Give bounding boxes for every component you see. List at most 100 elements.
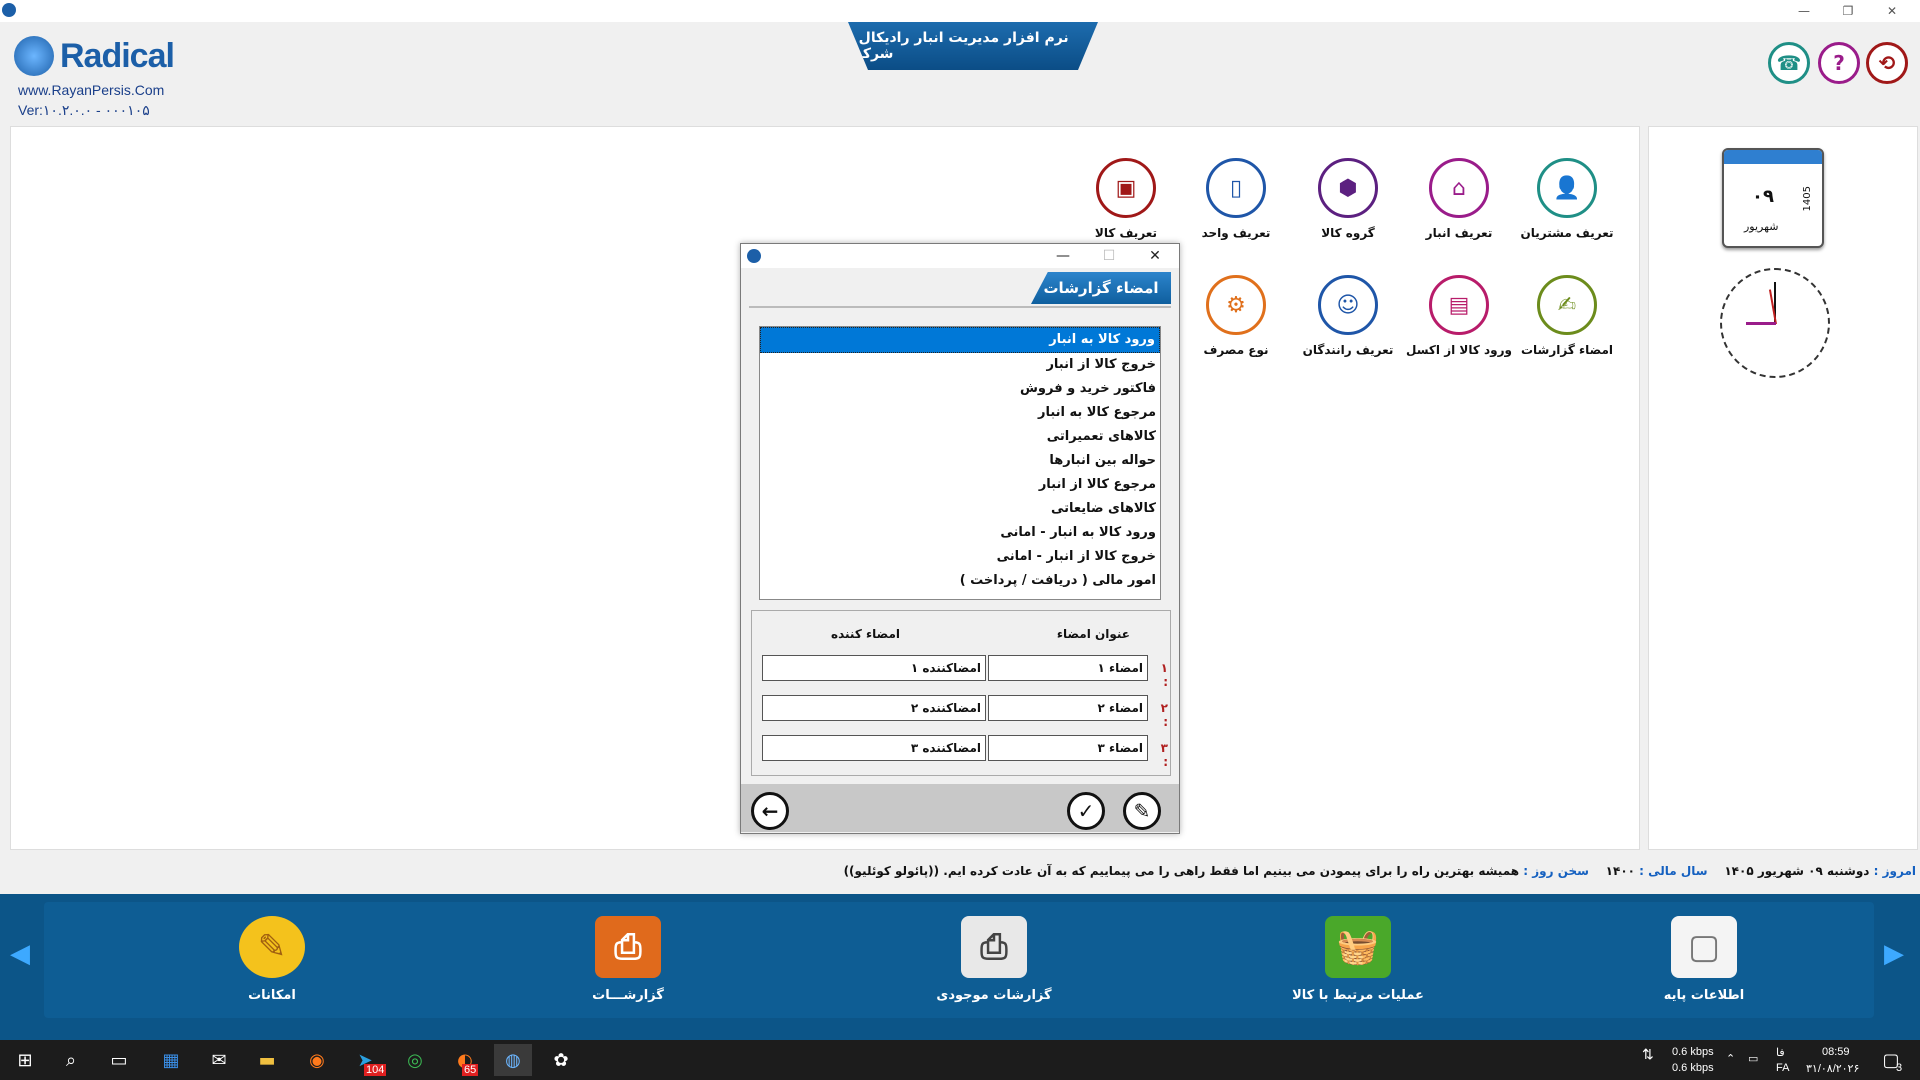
arrow-left-icon[interactable]: ◀ [6,939,34,969]
tool-label: اطلاعات پایه [1663,988,1745,1003]
pencil-icon: ✎ [1133,799,1151,823]
tool-label: گزارشـــات [592,988,664,1003]
firefox-icon[interactable]: ◉ [298,1044,336,1076]
report-list-item[interactable]: مرجوع کالا از انبار [760,473,1160,497]
shortcut-product-group[interactable]: ⬢ گروه کالا [1293,158,1403,240]
confirm-button[interactable]: ✓ [1067,792,1105,830]
report-signature-icon: ✍ [1537,275,1597,335]
today-label: امروز : [1873,864,1916,878]
shortcut-drivers[interactable]: ☺ تعریف رانندگان [1293,275,1403,357]
back-button[interactable]: ← [751,792,789,830]
logo: Radical [14,36,184,76]
shortcut-consumption-type[interactable]: ⚙ نوع مصرف [1181,275,1291,357]
today-value: دوشنبه ۰۹ شهریور ۱۴۰۵ [1724,864,1870,878]
version-text: Ver:۱۰.۲.۰.۰ - ۰۰۰۱۰۵ [18,102,150,118]
report-list-item[interactable]: حواله بین انبارها [760,449,1160,473]
dialog-title: امضاء گزارشات [1031,272,1171,304]
minimize-button[interactable]: — [1782,0,1826,22]
report-list-item[interactable]: فاکتور خرید و فروش [760,377,1160,401]
check-icon: ✓ [1077,799,1095,823]
chrome-icon[interactable]: ◎ [396,1044,434,1076]
quote-label: سخن روز : [1523,864,1589,878]
shortcut-customers[interactable]: 👤 تعریف مشتریان [1512,158,1622,240]
report-list-items: ورود کالا به انبار خروج کالا از انبار فاکت… [760,327,1160,593]
taskbar [0,1040,1920,1080]
radical-taskbar-icon[interactable]: ◍ [494,1044,532,1076]
calendar-month: شهریور [1744,220,1779,233]
chevron-up-icon[interactable]: ⌃ [1726,1052,1735,1065]
shortcut-label: تعریف انبار [1425,226,1493,240]
app-icon [2,3,16,17]
product-group-icon: ⬢ [1318,158,1378,218]
report-list-item[interactable]: مرجوع کالا به انبار [760,401,1160,425]
report-list-item[interactable]: کالاهای ضایعاتی [760,497,1160,521]
language-fa[interactable]: فا [1776,1046,1785,1059]
warehouse-icon: ⌂ [1429,158,1489,218]
tool-label: امکانات [248,988,296,1003]
tool-reports[interactable]: ⎙ گزارشـــات [538,916,718,1003]
dialog-minimize-button[interactable]: — [1043,244,1083,268]
mail-icon[interactable]: ✉ [200,1044,238,1076]
shortcut-label: نوع مصرف [1203,343,1269,357]
clock-hand-hour [1746,322,1776,325]
report-list[interactable]: ورود کالا به انبار خروج کالا از انبار فاکت… [759,326,1161,600]
shortcut-warehouse[interactable]: ⌂ تعریف انبار [1404,158,1514,240]
product-icon: ▣ [1096,158,1156,218]
edit-button[interactable]: ✎ [1123,792,1161,830]
report-list-item[interactable]: ورود کالا به انبار [760,327,1160,353]
signer-field-3[interactable]: امضاکننده ۳ [762,735,986,761]
consumption-type-icon: ⚙ [1206,275,1266,335]
signature-title-field-3[interactable]: امضاء ۳ [988,735,1148,761]
clock-widget [1720,268,1830,378]
calendar-year: 1405 [1802,186,1813,212]
help-icon[interactable]: ? [1818,42,1860,84]
inventory-report-icon: ⎙ [961,916,1027,978]
store-icon[interactable]: ▦ [152,1044,190,1076]
signature-row-number: ۱ : [1160,661,1168,689]
calendar-header [1724,150,1822,164]
notification-icon[interactable]: ▢ [1872,1044,1910,1076]
arrow-right-icon[interactable]: ▶ [1880,939,1908,969]
signature-title-field-1[interactable]: امضاء ۱ [988,655,1148,681]
tool-inventory-reports[interactable]: ⎙ گزارشات موجودی [904,916,1084,1003]
signature-title-field-2[interactable]: امضاء ۲ [988,695,1148,721]
tool-features[interactable]: ✎ امکانات [182,916,362,1003]
shortcut-excel-import[interactable]: ▤ ورود کالا از اکسل [1404,275,1514,357]
shortcut-unit[interactable]: ▯ تعریف واحد [1181,158,1291,240]
task-view-icon[interactable]: ▭ [100,1044,138,1076]
phone-icon[interactable]: ☎ [1768,42,1810,84]
dialog-title-bar: — ☐ ✕ [741,244,1179,268]
tool-product-operations[interactable]: 🧺 عملیات مرتبط با کالا [1268,916,1448,1003]
exit-icon[interactable]: ⟲ [1866,42,1908,84]
col-signature-title: عنوان امضاء [1056,627,1130,641]
signer-field-1[interactable]: امضاکننده ۱ [762,655,986,681]
tool-base-info[interactable]: ▢ اطلاعات پایه [1614,916,1794,1003]
network-arrows-icon: ⇅ [1642,1046,1654,1062]
file-explorer-icon[interactable]: ▬ [248,1044,286,1076]
close-button[interactable]: ✕ [1870,0,1914,22]
signature-row-number: ۲ : [1160,701,1168,729]
tool-label: عملیات مرتبط با کالا [1292,988,1424,1003]
maximize-button[interactable]: ❐ [1826,0,1870,22]
paint-icon[interactable]: ✿ [542,1044,580,1076]
network-icon[interactable]: ▭ [1748,1052,1758,1065]
app-title-banner: نرم افزار مدیریت انبار رادیکال - شرکت [848,22,1098,70]
shortcut-report-signature[interactable]: ✍ امضاء گزارشات [1512,275,1622,357]
clock-date[interactable]: ۳۱/۰۸/۲۰۲۶ [1806,1062,1859,1075]
dialog-header: امضاء گزارشات [749,270,1171,308]
report-list-item[interactable]: امور مالی ( دریافت / پرداخت ) [760,569,1160,593]
shortcut-product[interactable]: ▣ تعریف کالا [1071,158,1181,240]
signer-field-2[interactable]: امضاکننده ۲ [762,695,986,721]
fiscal-label: سال مالی : [1639,864,1708,878]
dialog-close-button[interactable]: ✕ [1135,244,1175,268]
windows-start-icon[interactable]: ⊞ [6,1044,44,1076]
shortcut-label: ورود کالا از اکسل [1406,343,1512,357]
search-icon[interactable]: ⌕ [52,1044,90,1076]
report-list-item[interactable]: کالاهای تعمیراتی [760,425,1160,449]
language-code[interactable]: FA [1776,1062,1789,1074]
calendar-widget: ۰۹ شهریور 1405 [1722,148,1824,248]
clock-time[interactable]: 08:59 [1822,1046,1850,1058]
report-list-item[interactable]: خروج کالا از انبار [760,353,1160,377]
report-list-item[interactable]: ورود کالا به انبار - امانی [760,521,1160,545]
report-list-item[interactable]: خروج کالا از انبار - امانی [760,545,1160,569]
